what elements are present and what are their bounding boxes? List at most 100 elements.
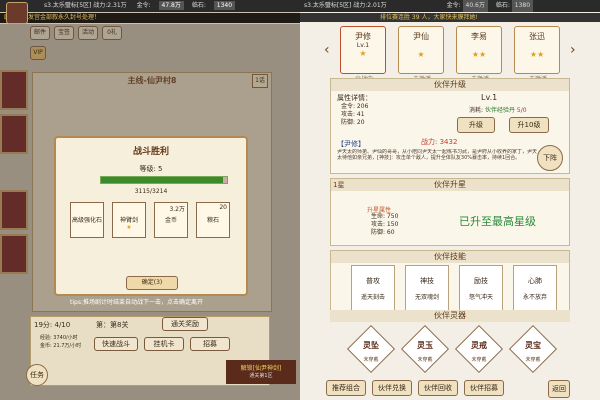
recruit-button[interactable]: 招募	[190, 337, 230, 351]
battle-result-dialog: 战斗胜利 等级: 5 3115/3214 高级强化石 神臂剑 ★ 金币 3.2万 粮…	[54, 136, 248, 296]
hero-card[interactable]: 尹仙 ★ 未激活	[398, 26, 444, 83]
cost-item: 伙伴经验丹	[484, 107, 515, 114]
spirit-name: 灵坠	[363, 341, 379, 350]
power-value: 战力: 3432	[421, 138, 458, 146]
max-star-text: 已升至最高星级	[459, 215, 536, 228]
upgrade-button[interactable]: 升级	[457, 117, 495, 133]
attr-label: 属性详情：	[337, 94, 372, 102]
skill-card[interactable]: 励技 怒气冲天	[459, 265, 503, 313]
attr-item: 攻击: 150	[371, 221, 399, 228]
partner-recruit-button[interactable]: 伙伴招募	[464, 380, 504, 396]
announcement-marquee: 排位赛连胜 39 人，大家快来膜拜她!	[300, 13, 600, 22]
spirit-status: 未穿戴	[471, 357, 487, 363]
upgrade-10-button[interactable]: 升10级	[509, 117, 549, 133]
reward-item[interactable]: 粮石 20	[196, 202, 230, 238]
skill-name: 励技	[474, 277, 488, 285]
cost-count: 5/0	[516, 107, 527, 114]
hero-name: 张迅	[529, 32, 545, 41]
hero-name-tag: 【尹修】	[337, 140, 365, 148]
unlock-banner[interactable]: 解锁[仙尹神剑] 通关第1区	[226, 360, 296, 384]
exp-rate: 经验: 3740/小时	[40, 335, 78, 341]
exp-value: 3115/3214	[134, 188, 168, 195]
reward-item[interactable]: 高级强化石	[70, 202, 104, 238]
attr-list: 金令: 206 攻击: 41 防御: 20	[341, 103, 368, 127]
skill-card[interactable]: 神技 无双魂剑	[405, 265, 449, 313]
spirit-status: 未穿戴	[417, 357, 433, 363]
section-title: 伙伴技能	[331, 251, 569, 263]
upgrade-section: 伙伴升级 属性详情： Lv.1 金令: 206 攻击: 41 防御: 20 消耗…	[330, 78, 570, 174]
top-status-bar: s3.太乐璧标[5区] 战力:2.01万 金令: 40.6万 临石: 1380	[300, 0, 600, 12]
spirit-status: 未穿戴	[363, 357, 379, 363]
section-title: 伙伴灵器	[330, 310, 570, 322]
exp-bar-fill	[101, 177, 224, 183]
reward-item-name: 粮石	[206, 217, 219, 224]
attr-item: 防御: 60	[371, 229, 395, 236]
hero-card[interactable]: 李易 ★★ 未激活	[456, 26, 502, 83]
task-button[interactable]: 任务	[26, 364, 48, 386]
star-icon: ★	[417, 50, 425, 59]
recommend-combo-button[interactable]: 推荐组合	[326, 380, 366, 396]
star-icon: ★★	[529, 50, 545, 59]
unlock-title: 解锁[仙尹神剑]	[240, 365, 282, 372]
attr-item: 攻击: 41	[341, 111, 365, 118]
reward-item[interactable]: 神臂剑 ★	[112, 202, 146, 238]
yuan-value: 1380	[511, 0, 534, 12]
star-badge: 1星	[333, 181, 345, 189]
reward-item[interactable]: 金币 3.2万	[154, 202, 188, 238]
gold-value: 40.6万	[462, 0, 488, 12]
gold-value: 47.8万	[158, 1, 184, 10]
quick-battle-button[interactable]: 快速战斗	[94, 337, 138, 351]
dismiss-button[interactable]: 下阵	[537, 145, 563, 171]
star-section: 伙伴升星 1星 升星属性 生命: 750 攻击: 150 防御: 60 已升至最…	[330, 178, 570, 246]
confirm-button[interactable]: 确定(3)	[126, 276, 178, 290]
exp-bar	[100, 176, 228, 184]
tips-text: tips:推场剧计时结束自动战下一击，点击确定离开	[70, 299, 203, 306]
cost-label: 消耗:	[469, 107, 485, 114]
chevron-right-icon[interactable]: ›	[570, 42, 576, 58]
hero-name: 李易	[471, 32, 487, 41]
yuan-value: 1340	[213, 1, 236, 10]
avatar[interactable]	[6, 2, 28, 24]
spirit-status: 未穿戴	[525, 357, 541, 363]
reward-item-name: 金币	[164, 217, 177, 224]
gold-rate: 金币: 21.7万/小时	[40, 343, 82, 349]
gold-label: 金令:	[446, 2, 461, 9]
player-info: s3.太乐璧标[5区] 战力:2.31万	[44, 2, 127, 9]
back-button[interactable]: 返回	[548, 380, 570, 398]
hero-card[interactable]: 尹修 Lv.1 ★ 出战中	[340, 26, 386, 83]
reward-item-count: 3.2万	[169, 206, 185, 213]
yuan-label: 临石:	[191, 2, 206, 9]
partner-recycle-button[interactable]: 伙伴回收	[418, 380, 458, 396]
level-label: 等级: 5	[139, 165, 163, 173]
skill-name: 普攻	[366, 277, 380, 285]
stage-progress: 19分: 4/10	[34, 321, 71, 329]
partner-screen: s3.太乐璧标[5区] 战力:2.01万 金令: 40.6万 临石: 1380 …	[300, 0, 600, 400]
skill-name: 神技	[420, 277, 434, 285]
yuan-label: 临石:	[495, 2, 510, 9]
star-icon: ★★	[471, 50, 487, 59]
top-status-bar: s3.太乐璧标[5区] 战力:2.31万 金令: 47.8万 临石: 1340	[0, 0, 300, 12]
hero-level: Lv.1	[356, 42, 370, 49]
chevron-left-icon[interactable]: ‹	[324, 42, 330, 58]
partner-exchange-button[interactable]: 伙伴兑换	[372, 380, 412, 396]
unlock-sub: 通关第1区	[249, 373, 273, 379]
skill-desc: 怒气冲天	[468, 294, 493, 301]
battle-screen: s3.太乐璧标[5区] 战力:2.31万 金令: 47.8万 临石: 1340 …	[0, 0, 300, 400]
reward-item-name: 神臂剑	[119, 217, 138, 224]
skill-card[interactable]: 心肺 永不放弃	[513, 265, 557, 313]
attr-item: 防御: 20	[341, 119, 365, 126]
spirit-name: 灵戒	[471, 341, 487, 350]
skill-desc: 永不放弃	[522, 294, 547, 301]
skill-card[interactable]: 普攻 遥天刻击	[351, 265, 395, 313]
idle-card-button[interactable]: 挂机卡	[144, 337, 184, 351]
spirit-name: 灵玉	[417, 341, 433, 350]
section-title: 伙伴升级	[331, 79, 569, 91]
player-info: s3.太乐璧标[5区] 战力:2.01万	[304, 2, 387, 9]
upgrade-cost: 消耗: 伙伴经验丹 5/0	[469, 105, 527, 114]
clear-reward-button[interactable]: 通关奖励	[162, 317, 208, 331]
hero-description: 尹天太的师弟、尹仙的哥哥，从小陪同尹天太一起练书习武，是尹府从小收养的家丁，尹天…	[337, 149, 537, 161]
skill-desc: 遥天刻击	[360, 294, 385, 301]
star-icon: ★	[359, 49, 367, 58]
star-icon: ★	[126, 224, 132, 231]
hero-card[interactable]: 张迅 ★★ 未激活	[514, 26, 560, 83]
